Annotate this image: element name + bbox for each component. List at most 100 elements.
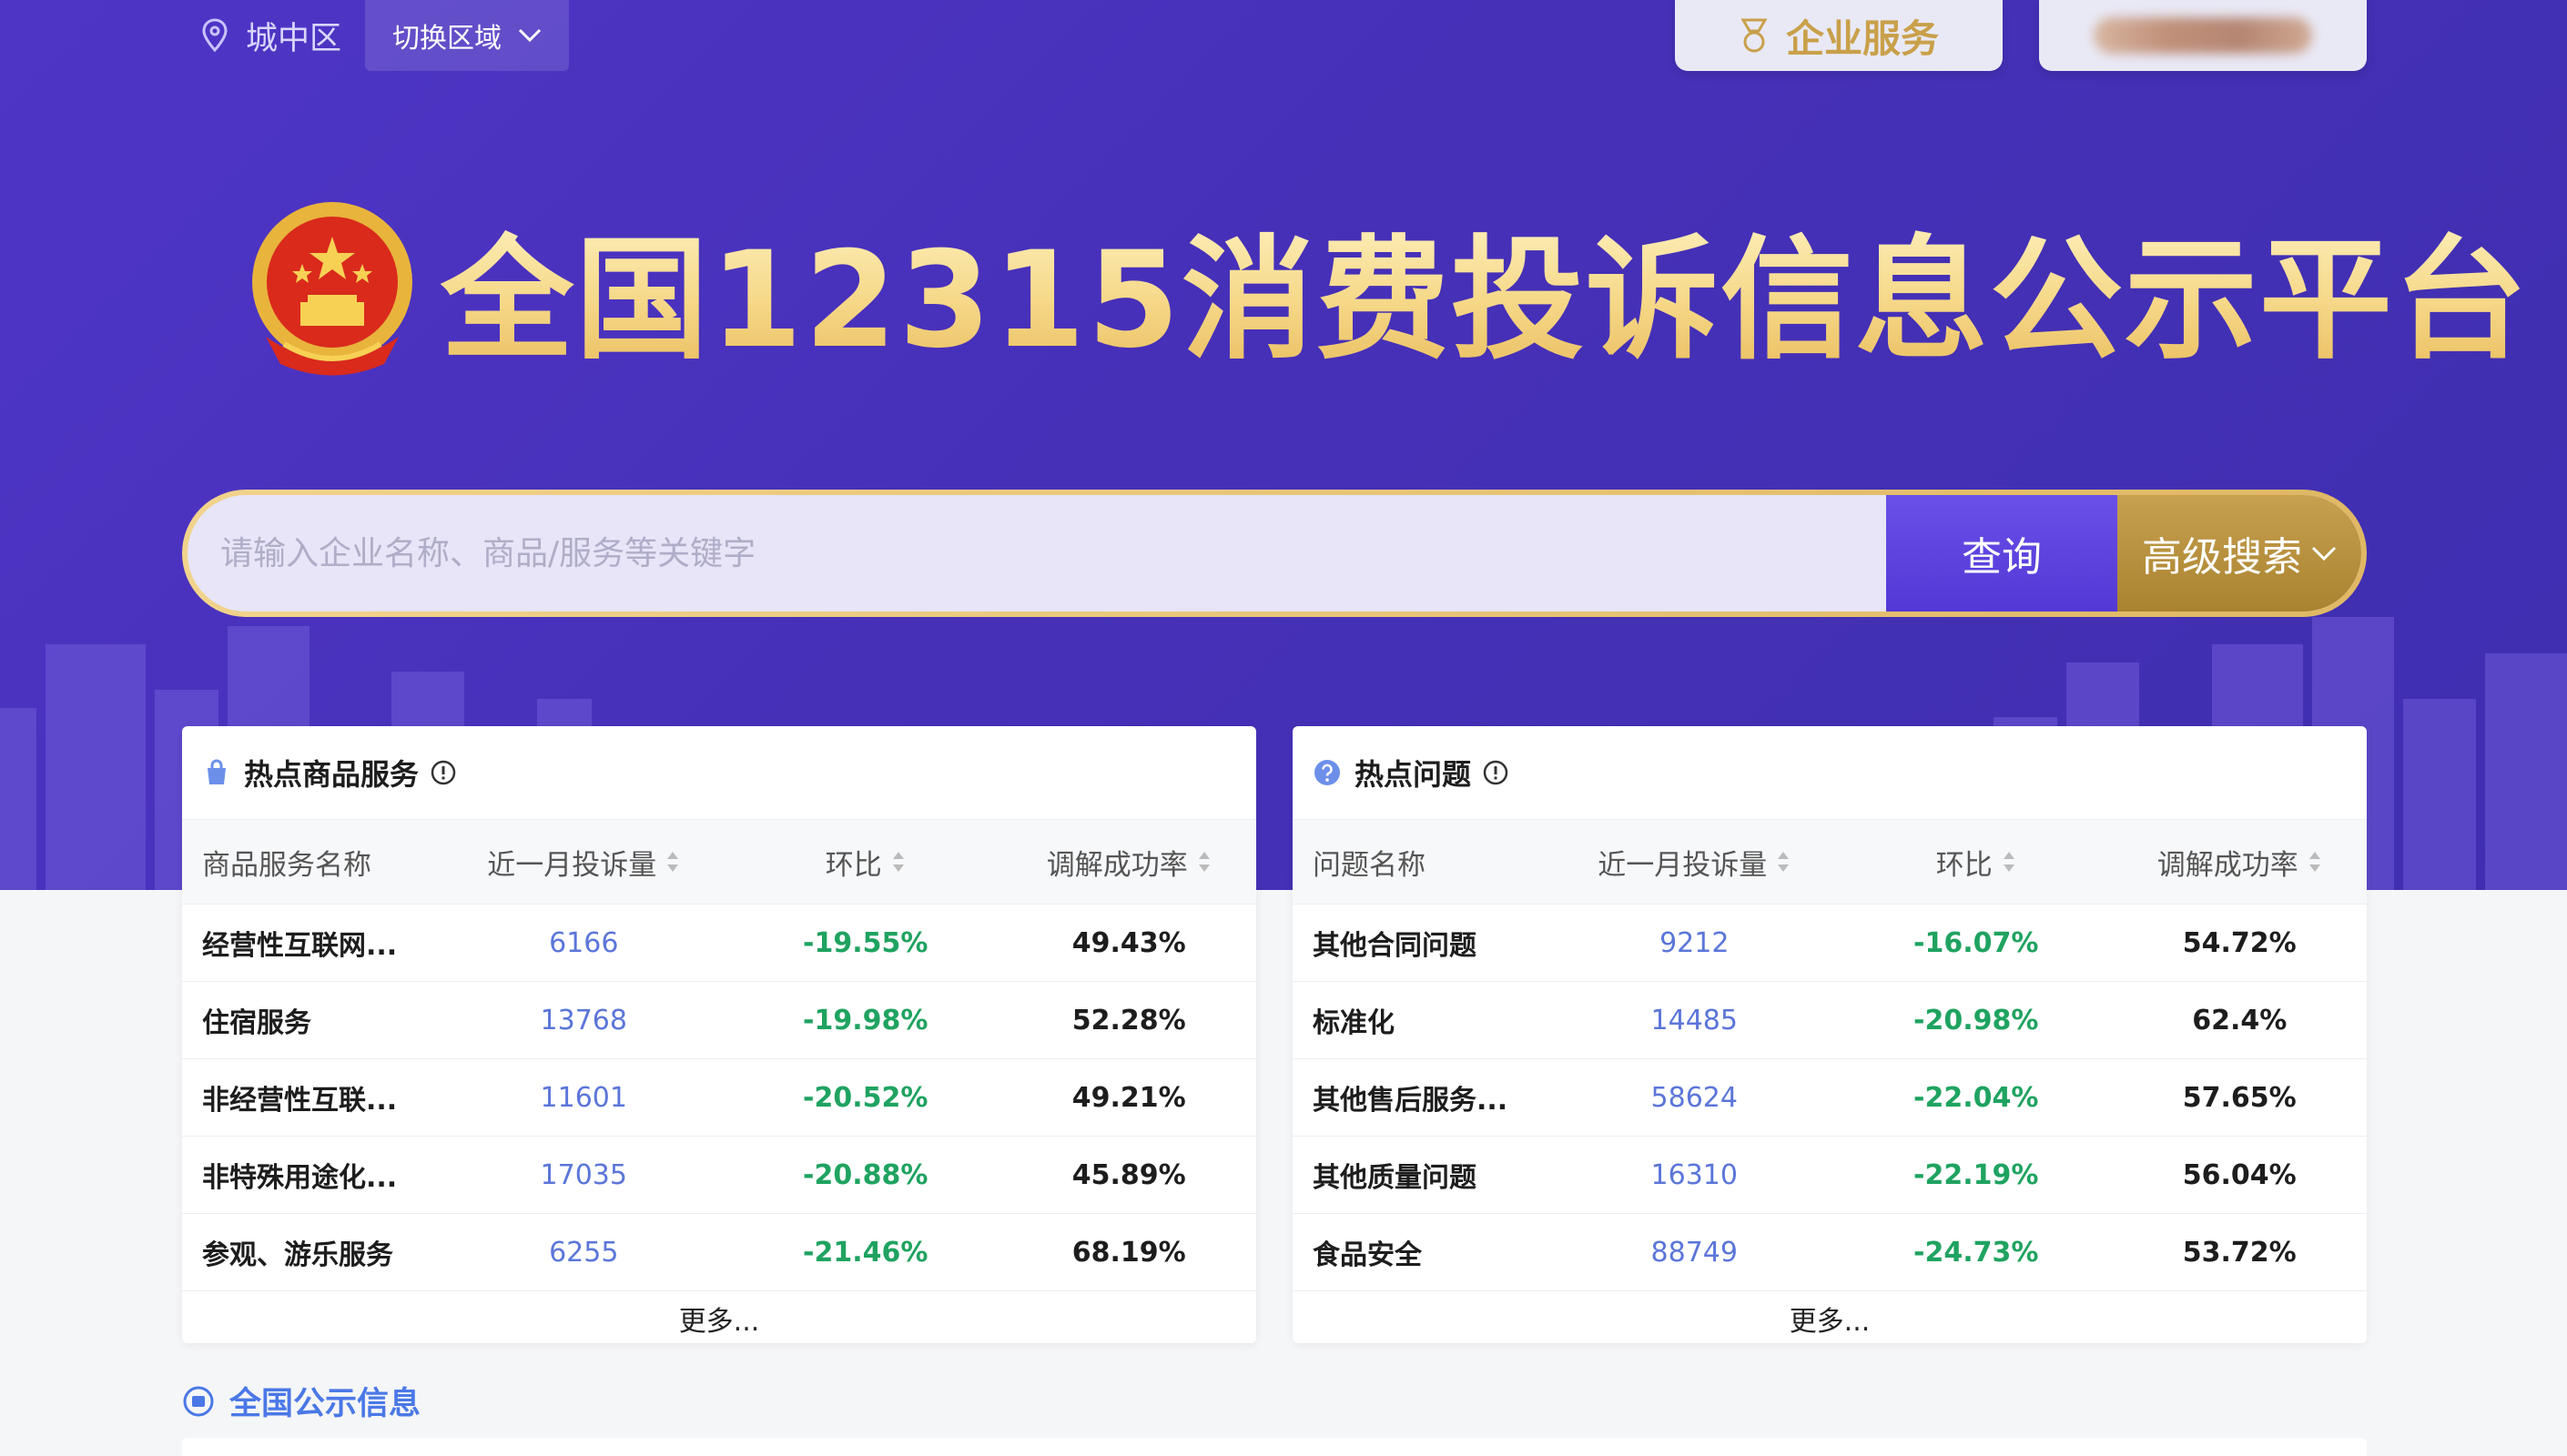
enterprise-service-button[interactable]: 企业服务: [1675, 0, 2003, 71]
table-row[interactable]: 非特殊用途化... 17035 -20.88% 45.89%: [182, 1137, 1256, 1214]
row-rate: 53.72%: [2182, 1236, 2297, 1269]
national-emblem-icon: [252, 201, 412, 375]
row-count[interactable]: 58624: [1549, 1082, 1840, 1114]
column-header-ratio-label: 环比: [825, 848, 882, 882]
row-rate: 52.28%: [1071, 1004, 1186, 1036]
user-account-button[interactable]: [2039, 0, 2367, 71]
row-name: 其他质量问题: [1313, 1162, 1476, 1194]
table-row[interactable]: 参观、游乐服务 6255 -21.46% 68.19%: [182, 1214, 1256, 1291]
medal-icon: [1740, 18, 1768, 53]
row-count[interactable]: 16310: [1549, 1159, 1840, 1191]
row-count[interactable]: 13768: [439, 1005, 729, 1036]
sort-icon: [2308, 852, 2320, 872]
panel-header: 热点商品服务: [182, 726, 1256, 820]
chevron-down-icon: [2311, 546, 2337, 561]
row-name: 非特殊用途化...: [202, 1162, 398, 1194]
column-header-rate-label: 调解成功率: [1046, 848, 1188, 882]
table-row[interactable]: 其他质量问题 16310 -22.19% 56.04%: [1293, 1137, 2367, 1214]
row-rate: 49.21%: [1071, 1081, 1186, 1114]
row-name: 住宿服务: [202, 1007, 311, 1039]
panel-header: 热点问题: [1293, 726, 2367, 820]
row-ratio: -20.98%: [1913, 1004, 2039, 1036]
sort-icon: [2003, 852, 2014, 872]
search-bar: 查询 高级搜索: [182, 490, 2367, 617]
row-name: 其他售后服务...: [1313, 1085, 1508, 1117]
column-header-ratio[interactable]: 环比: [1840, 842, 2112, 883]
redacted-user-area: [2094, 17, 2312, 54]
column-header-ratio[interactable]: 环比: [729, 842, 1001, 883]
row-count[interactable]: 6255: [439, 1237, 729, 1269]
column-header-rate[interactable]: 调解成功率: [2112, 842, 2367, 883]
column-header-count-label: 近一月投诉量: [1598, 848, 1768, 882]
column-header-count-label: 近一月投诉量: [487, 848, 657, 882]
title-row: 全国12315消费投诉信息公示平台: [248, 193, 2529, 385]
row-rate: 68.19%: [1071, 1236, 1186, 1269]
row-ratio: -19.55%: [803, 926, 928, 959]
sort-icon: [1198, 852, 1210, 872]
chevron-down-icon: [518, 28, 542, 43]
table-row[interactable]: 经营性互联网... 6166 -19.55% 49.43%: [182, 905, 1256, 982]
column-header-count[interactable]: 近一月投诉量: [439, 842, 729, 883]
announcement-icon: [183, 1386, 214, 1416]
row-count[interactable]: 17035: [439, 1159, 729, 1191]
more-link[interactable]: 更多...: [182, 1291, 1256, 1343]
row-ratio: -22.19%: [1913, 1158, 2039, 1191]
hot-issues-panel: 热点问题 问题名称 近一月投诉量 环比 调解成功率 其他合同问题 9212 -1…: [1293, 726, 2367, 1343]
row-rate: 49.43%: [1071, 926, 1186, 959]
panel-title: 热点商品服务: [244, 757, 420, 792]
table-row[interactable]: 非经营性互联... 11601 -20.52% 49.21%: [182, 1059, 1256, 1137]
enterprise-service-label: 企业服务: [1785, 15, 1939, 61]
advanced-search-label: 高级搜索: [2142, 534, 2302, 581]
column-header-name: 商品服务名称: [202, 848, 371, 882]
row-ratio: -21.46%: [803, 1236, 928, 1269]
query-button[interactable]: 查询: [1886, 495, 2117, 612]
current-region: 城中区: [246, 20, 342, 57]
row-rate: 62.4%: [2192, 1004, 2288, 1036]
shopping-bag-icon: [208, 759, 226, 784]
row-ratio: -16.07%: [1913, 926, 2039, 959]
info-icon[interactable]: [430, 759, 457, 786]
row-ratio: -22.04%: [1913, 1081, 2039, 1114]
question-icon: [1314, 760, 1340, 785]
column-header-rate[interactable]: 调解成功率: [1001, 842, 1256, 883]
table-row[interactable]: 食品安全 88749 -24.73% 53.72%: [1293, 1214, 2367, 1291]
table-row[interactable]: 住宿服务 13768 -19.98% 52.28%: [182, 982, 1256, 1059]
row-ratio: -20.88%: [803, 1158, 928, 1191]
switch-region-label: 切换区域: [392, 23, 502, 55]
row-name: 其他合同问题: [1313, 930, 1476, 962]
table-row[interactable]: 标准化 14485 -20.98% 62.4%: [1293, 982, 2367, 1059]
column-header-ratio-label: 环比: [1935, 848, 1993, 882]
table-row[interactable]: 其他合同问题 9212 -16.07% 54.72%: [1293, 905, 2367, 982]
row-name: 食品安全: [1313, 1239, 1422, 1271]
row-count[interactable]: 9212: [1549, 927, 1840, 959]
switch-region-button[interactable]: 切换区域: [365, 0, 570, 71]
row-name: 参观、游乐服务: [202, 1239, 393, 1271]
row-ratio: -20.52%: [803, 1081, 928, 1114]
advanced-search-button[interactable]: 高级搜索: [2117, 495, 2361, 612]
row-count[interactable]: 11601: [439, 1082, 729, 1114]
section-heading: 全国公示信息: [182, 1378, 421, 1424]
table-row[interactable]: 其他售后服务... 58624 -22.04% 57.65%: [1293, 1059, 2367, 1137]
info-icon[interactable]: [1482, 759, 1509, 786]
row-rate: 56.04%: [2182, 1158, 2297, 1191]
row-name: 经营性互联网...: [202, 930, 398, 962]
panel-title: 热点问题: [1355, 757, 1472, 792]
column-header-name: 问题名称: [1313, 848, 1426, 882]
row-name: 标准化: [1313, 1007, 1395, 1039]
sort-icon: [1778, 852, 1790, 872]
location-pin-icon: [202, 18, 228, 53]
row-count[interactable]: 14485: [1549, 1005, 1840, 1036]
row-rate: 57.65%: [2182, 1081, 2297, 1114]
row-ratio: -19.98%: [803, 1004, 928, 1036]
column-header-count[interactable]: 近一月投诉量: [1549, 842, 1840, 883]
more-link[interactable]: 更多...: [1293, 1291, 2367, 1343]
search-input[interactable]: [188, 495, 1886, 612]
section-title: 全国公示信息: [229, 1386, 421, 1422]
region-bar: 城中区 切换区域: [198, 0, 570, 71]
search-inner: 查询 高级搜索: [188, 495, 2361, 612]
row-count[interactable]: 6166: [439, 927, 729, 959]
column-header-rate-label: 调解成功率: [2156, 848, 2298, 882]
row-rate: 45.89%: [1071, 1158, 1186, 1191]
row-ratio: -24.73%: [1913, 1236, 2039, 1269]
row-count[interactable]: 88749: [1549, 1237, 1840, 1269]
